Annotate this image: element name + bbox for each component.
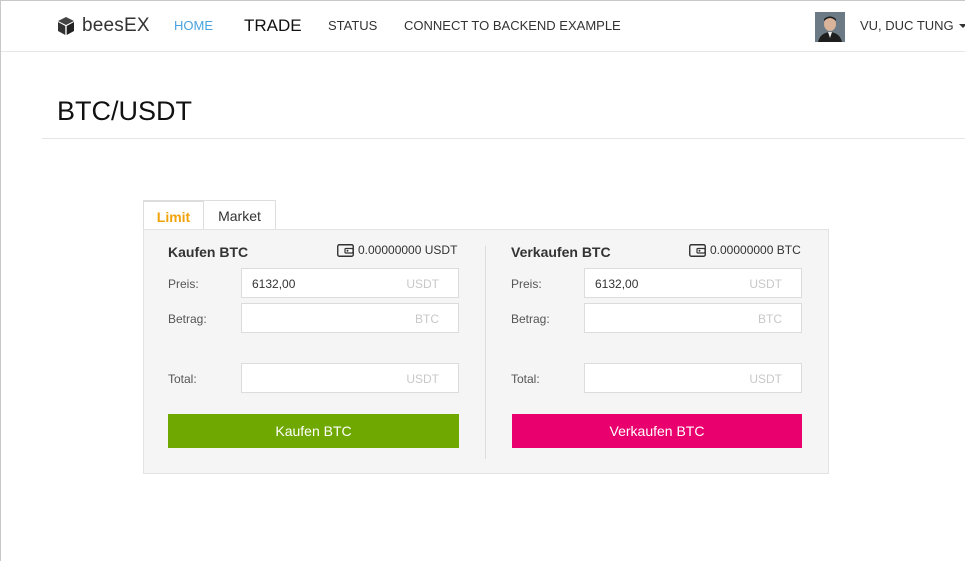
buy-button[interactable]: Kaufen BTC (168, 414, 459, 448)
tab-market[interactable]: Market (203, 200, 276, 230)
buy-amount-label: Betrag: (168, 312, 207, 326)
buy-price-unit: USDT (406, 277, 439, 291)
divider (42, 138, 965, 139)
top-navbar: beesEX HOME TRADE STATUS CONNECT TO BACK… (1, 1, 965, 52)
sell-title: Verkaufen BTC (511, 244, 611, 260)
buy-title: Kaufen BTC (168, 244, 249, 260)
sell-balance: 0.00000000 BTC (689, 243, 801, 257)
buy-price-label: Preis: (168, 277, 199, 291)
sell-price-input[interactable]: 6132,00 USDT (584, 268, 802, 298)
order-panel: Kaufen BTC 0.00000000 USDT Preis: 6132,0… (143, 229, 829, 474)
sell-total-unit: USDT (749, 372, 782, 386)
sell-amount-label: Betrag: (511, 312, 550, 326)
buy-balance: 0.00000000 USDT (337, 243, 457, 257)
cube-icon (58, 17, 74, 35)
nav-trade[interactable]: TRADE (244, 16, 302, 36)
sell-balance-value: 0.00000000 BTC (710, 243, 801, 257)
wallet-icon (337, 243, 354, 257)
column-divider (485, 246, 486, 459)
buy-total-unit: USDT (406, 372, 439, 386)
tab-limit[interactable]: Limit (143, 200, 204, 230)
nav-connect-backend[interactable]: CONNECT TO BACKEND EXAMPLE (404, 18, 621, 33)
nav-home[interactable]: HOME (174, 18, 213, 33)
buy-price-value: 6132,00 (252, 277, 296, 291)
buy-balance-value: 0.00000000 USDT (358, 243, 458, 257)
sell-button[interactable]: Verkaufen BTC (512, 414, 802, 448)
page-title: BTC/USDT (57, 96, 192, 126)
user-name: VU, DUC TUNG (860, 18, 954, 33)
buy-total-input[interactable]: USDT (241, 363, 459, 393)
sell-price-unit: USDT (749, 277, 782, 291)
buy-amount-input[interactable]: BTC (241, 303, 459, 333)
sell-price-label: Preis: (511, 277, 542, 291)
brand-name: beesEX (82, 15, 150, 36)
nav-status[interactable]: STATUS (328, 18, 377, 33)
buy-total-label: Total: (168, 372, 197, 386)
sell-amount-unit: BTC (758, 312, 782, 326)
sell-total-input[interactable]: USDT (584, 363, 802, 393)
wallet-icon (689, 243, 706, 257)
buy-amount-unit: BTC (415, 312, 439, 326)
avatar[interactable] (815, 12, 845, 42)
sell-price-value: 6132,00 (595, 277, 639, 291)
caret-down-icon (958, 23, 965, 28)
user-menu[interactable]: VU, DUC TUNG (860, 18, 965, 33)
brand-logo[interactable]: beesEX (56, 15, 150, 37)
sell-total-label: Total: (511, 372, 540, 386)
buy-price-input[interactable]: 6132,00 USDT (241, 268, 459, 298)
sell-amount-input[interactable]: BTC (584, 303, 802, 333)
